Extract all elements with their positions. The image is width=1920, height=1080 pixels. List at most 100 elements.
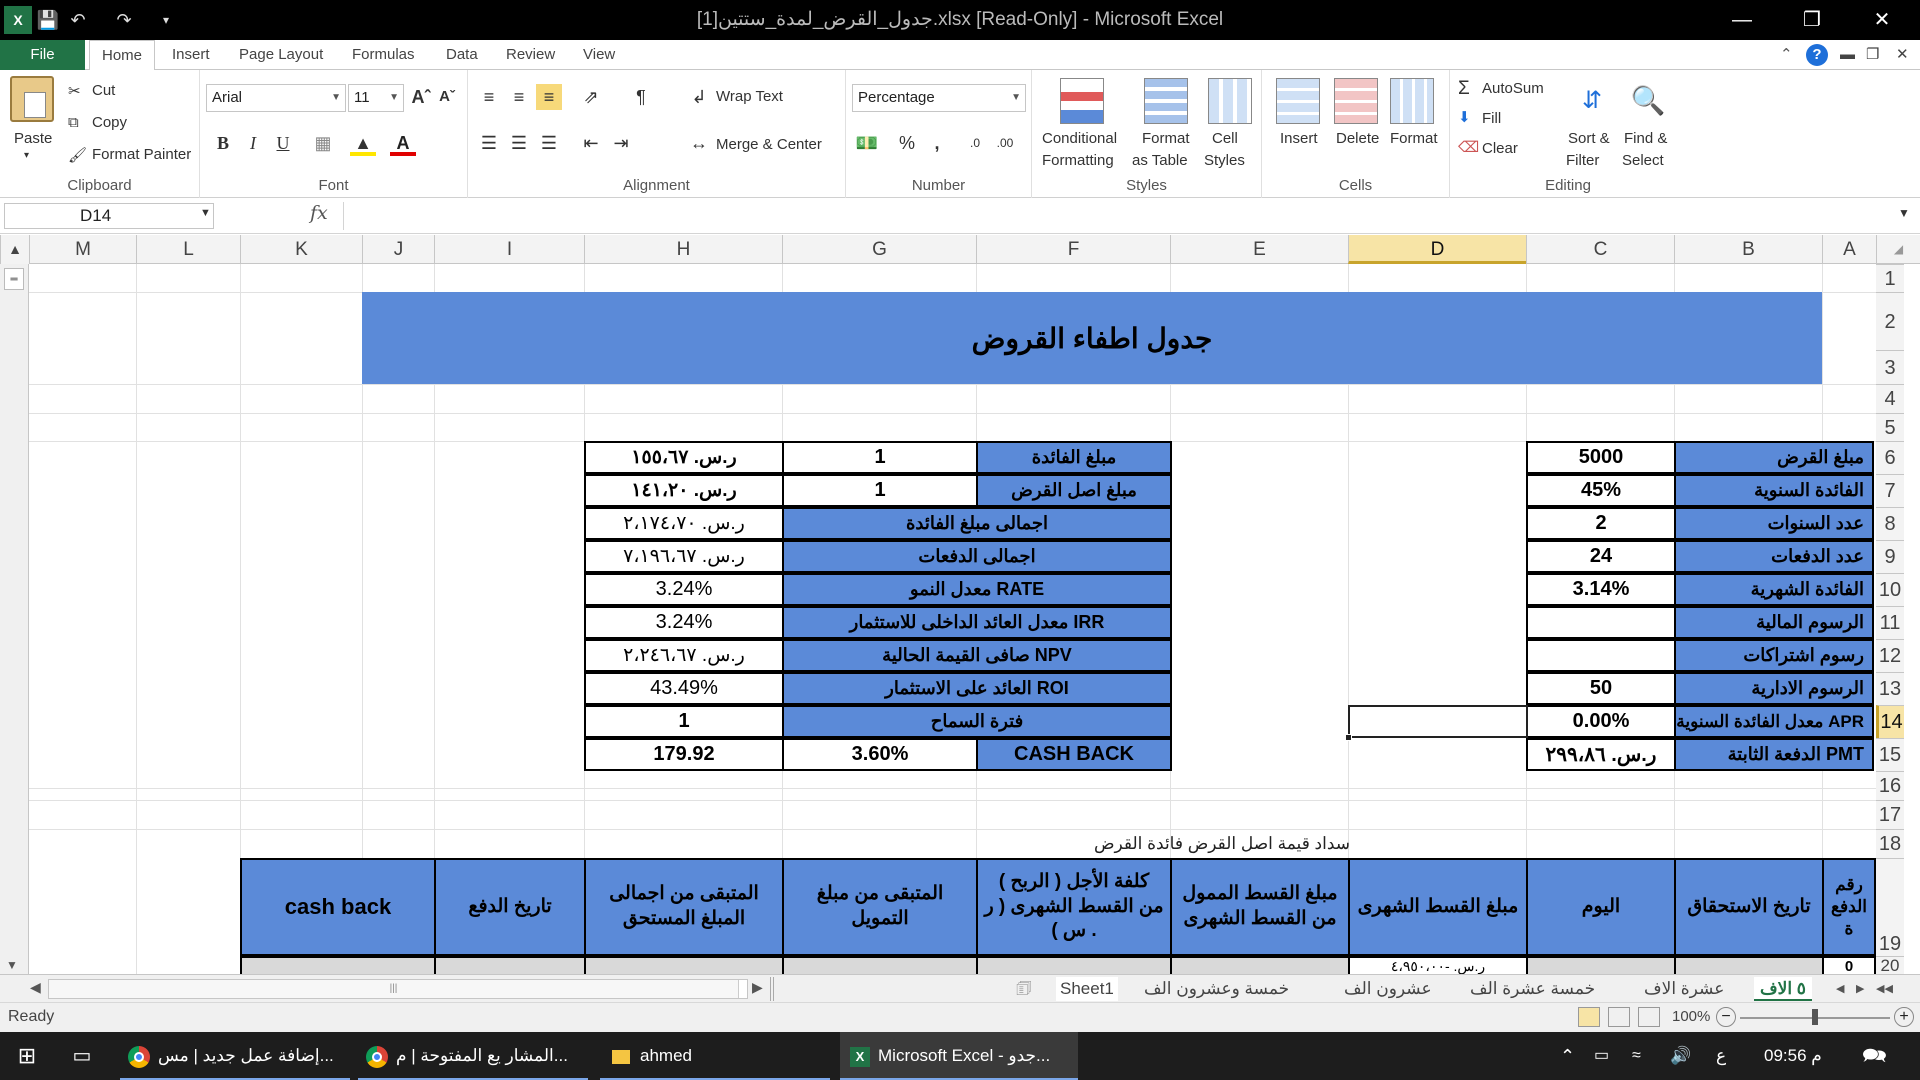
formula-input[interactable]	[343, 202, 1892, 230]
stats-value[interactable]: 179.92	[584, 738, 784, 771]
clear-button[interactable]: Clear	[1482, 140, 1518, 157]
sheet-tab-10000[interactable]: عشرة الاف	[1644, 977, 1724, 1001]
horizontal-scroll-right-icon[interactable]: ▶	[752, 979, 763, 996]
comma-style-icon[interactable]: ,	[924, 130, 950, 156]
column-header-i[interactable]: I	[434, 235, 584, 264]
row-header-19[interactable]: 19	[1876, 858, 1904, 956]
sheet-nav-first-icon[interactable]: ◀◀	[1876, 977, 1893, 1001]
minimize-button[interactable]: —	[1712, 4, 1772, 36]
insert-button[interactable]: Insert	[1280, 130, 1318, 147]
delete-cells-icon[interactable]	[1334, 78, 1378, 124]
loan-value[interactable]: 0.00%	[1526, 705, 1676, 738]
sort-filter-button[interactable]: Sort &	[1568, 130, 1610, 147]
stats-value[interactable]: ر.س. ٢،٢٤٦،٦٧	[584, 639, 784, 672]
row-header-3[interactable]: 3	[1876, 350, 1904, 384]
currency-format-icon[interactable]: 💵	[854, 130, 880, 156]
row-header-8[interactable]: 8	[1876, 507, 1904, 540]
top-align-icon[interactable]: ≡	[476, 84, 502, 110]
insert-function-icon[interactable]: fx	[310, 202, 328, 224]
format-as-table-button-line2[interactable]: as Table	[1132, 152, 1188, 169]
row-header-17[interactable]: 17	[1876, 800, 1904, 829]
loan-value[interactable]	[1526, 606, 1676, 639]
format-painter-button[interactable]: Format Painter	[92, 146, 191, 163]
restore-button[interactable]: ❐	[1782, 4, 1842, 36]
row-header-11[interactable]: 11	[1876, 606, 1904, 639]
battery-icon[interactable]: ▭	[1594, 1032, 1609, 1080]
delete-button[interactable]: Delete	[1336, 130, 1379, 147]
notifications-icon[interactable]: 🗪	[1862, 1032, 1887, 1080]
number-format-select[interactable]: Percentage ▼	[852, 84, 1026, 112]
tab-page-layout[interactable]: Page Layout	[239, 40, 323, 70]
row20-day[interactable]	[1526, 956, 1676, 974]
column-header-g[interactable]: G	[782, 235, 976, 264]
copy-icon[interactable]: ⧉	[68, 114, 79, 131]
taskbar-folder-ahmed[interactable]: ahmed	[600, 1032, 830, 1080]
loan-value[interactable]: 50	[1526, 672, 1676, 705]
scrollbar-thumb[interactable]: ═	[4, 268, 24, 290]
underline-icon[interactable]: U	[270, 130, 296, 156]
tab-view[interactable]: View	[583, 40, 615, 70]
bold-icon[interactable]: B	[210, 130, 236, 156]
zoom-level[interactable]: 100%	[1672, 1008, 1710, 1025]
row-header-15[interactable]: 15	[1876, 738, 1904, 771]
row-header-4[interactable]: 4	[1876, 384, 1904, 413]
row-header-7[interactable]: 7	[1876, 474, 1904, 507]
stats-value[interactable]: ر.س. ١٤١،٢٠	[584, 474, 784, 507]
format-as-table-icon[interactable]	[1144, 78, 1188, 124]
paste-button[interactable]: Paste	[14, 130, 52, 147]
row-header-10[interactable]: 10	[1876, 573, 1904, 606]
find-select-icon[interactable]: 🔍	[1626, 78, 1670, 124]
stats-value[interactable]: ر.س. ٧،١٩٦،٦٧	[584, 540, 784, 573]
wrap-text-icon[interactable]: ↲	[686, 84, 712, 110]
row20-installment[interactable]: ر.س. -٤،٩٥٠،٠٠	[1348, 956, 1528, 974]
tab-formulas[interactable]: Formulas	[352, 40, 415, 70]
wifi-icon[interactable]: ≈	[1632, 1032, 1641, 1080]
expand-formula-bar-icon[interactable]: ▼	[1898, 206, 1910, 220]
decrease-indent-icon[interactable]: ⇤	[578, 130, 604, 156]
column-header-k[interactable]: K	[240, 235, 362, 264]
help-icon[interactable]: ?	[1806, 44, 1828, 66]
workbook-minimize-icon[interactable]: ▬	[1840, 40, 1855, 70]
loan-value[interactable]	[1526, 639, 1676, 672]
format-painter-icon[interactable]: 🖌	[68, 146, 87, 164]
shrink-font-icon[interactable]: Aˇ	[434, 84, 460, 110]
cell-styles-icon[interactable]	[1208, 78, 1252, 124]
cell-styles-button[interactable]: Cell	[1212, 130, 1238, 147]
percent-style-icon[interactable]: %	[894, 130, 920, 156]
zoom-out-icon[interactable]: −	[1716, 1007, 1736, 1027]
bottom-align-icon[interactable]: ≡	[536, 84, 562, 110]
horizontal-scrollbar[interactable]: |||	[48, 979, 748, 999]
conditional-formatting-button[interactable]: Conditional	[1042, 130, 1117, 147]
stats-value[interactable]: ر.س. ١٥٥،٦٧	[584, 441, 784, 474]
stats-value[interactable]: 3.24%	[584, 573, 784, 606]
borders-icon[interactable]: ▦	[310, 130, 336, 156]
column-header-m[interactable]: M	[29, 235, 136, 264]
vertical-scrollbar[interactable]: ═ ▼	[0, 264, 29, 974]
merge-center-button[interactable]: Merge & Center	[716, 136, 822, 153]
row-header-1[interactable]: 1	[1876, 264, 1904, 292]
row-header-18[interactable]: 18	[1876, 829, 1904, 858]
fill-color-icon[interactable]: ▲	[350, 130, 376, 156]
merge-center-icon[interactable]: ↔	[686, 130, 712, 156]
row20-cash-back[interactable]	[240, 956, 436, 974]
fill-icon[interactable]: ⬇	[1458, 108, 1471, 126]
loan-value[interactable]: 5000	[1526, 441, 1676, 474]
conditional-formatting-button-line2[interactable]: Formatting	[1042, 152, 1114, 169]
stats-value[interactable]: 43.49%	[584, 672, 784, 705]
stats-value[interactable]: 1	[584, 705, 784, 738]
column-header-d[interactable]: D	[1348, 235, 1526, 264]
tab-insert[interactable]: Insert	[172, 40, 210, 70]
font-color-icon[interactable]: A	[390, 130, 416, 156]
decrease-decimal-icon[interactable]: .00	[992, 130, 1018, 156]
input-language[interactable]: ع	[1716, 1032, 1726, 1080]
stats-value[interactable]: ر.س. ٢،١٧٤،٧٠	[584, 507, 784, 540]
italic-icon[interactable]: I	[240, 130, 266, 156]
sheet-tab-sheet1[interactable]: Sheet1	[1056, 977, 1118, 1001]
stats-value[interactable]: 3.24%	[584, 606, 784, 639]
align-left-icon[interactable]: ☰	[476, 130, 502, 156]
name-box-dropdown-icon[interactable]: ▼	[200, 207, 211, 219]
column-header-j[interactable]: J	[362, 235, 434, 264]
row20-number[interactable]: 0	[1822, 956, 1876, 974]
middle-align-icon[interactable]: ≡	[506, 84, 532, 110]
selected-cell-d14[interactable]	[1345, 705, 1528, 741]
